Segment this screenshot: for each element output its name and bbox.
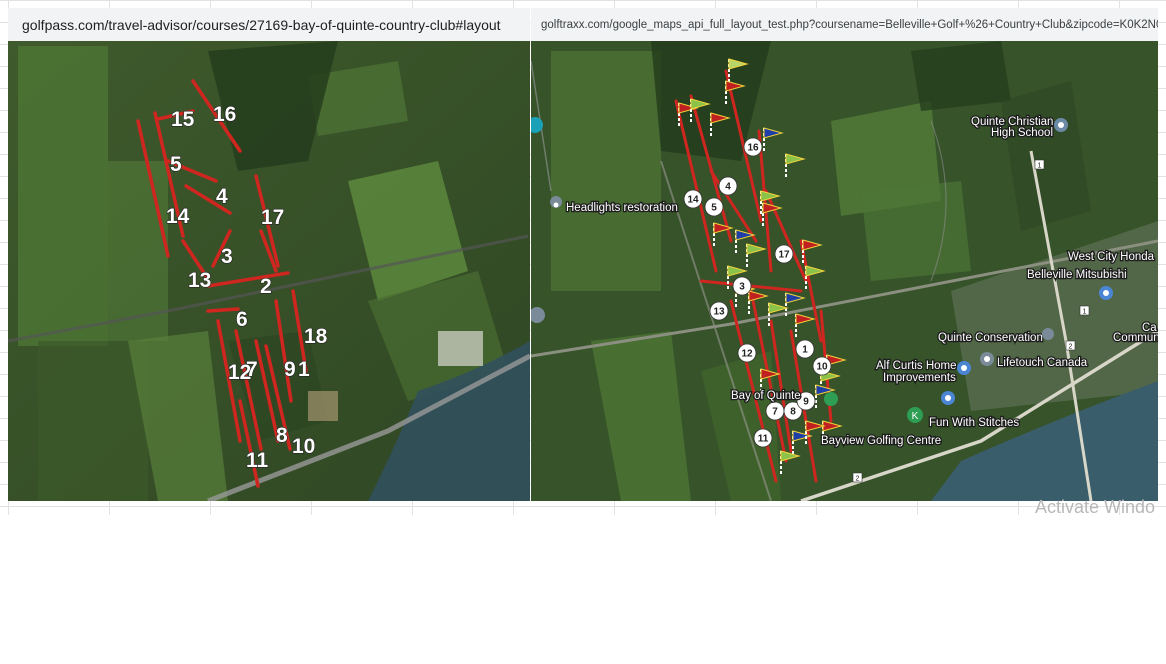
left-url-text: golfpass.com/travel-advisor/courses/2716… (22, 16, 501, 33)
hole-label: 3 (221, 245, 233, 268)
hole-label: 4 (216, 185, 228, 208)
left-address-bar[interactable]: golfpass.com/travel-advisor/courses/2716… (8, 8, 530, 41)
svg-text:1: 1 (1083, 309, 1087, 316)
hole-label: 9 (284, 358, 296, 381)
svg-text:9: 9 (803, 397, 809, 408)
hole-label: 7 (246, 358, 258, 381)
windows-activation-watermark: Activate Windo (1035, 497, 1156, 517)
hole-label: 2 (260, 275, 272, 298)
hole-label: 10 (292, 435, 315, 458)
hole-label: 18 (304, 325, 328, 348)
right-course-map[interactable]: 1 2 1 2 164145171312 17 8911103 Headligh… (531, 41, 1158, 501)
hole-marker-4[interactable]: 4 (718, 176, 738, 196)
hole-label: 16 (213, 103, 236, 126)
svg-text:12: 12 (741, 349, 753, 360)
svg-text:13: 13 (713, 307, 725, 318)
svg-text:7: 7 (772, 407, 778, 418)
lifetouch-pin-icon[interactable] (980, 352, 994, 366)
school-pin-icon[interactable] (1054, 118, 1068, 132)
hole-label: 5 (170, 153, 182, 176)
bayview-label[interactable]: Bayview Golfing Centre (820, 434, 943, 449)
svg-text:5: 5 (711, 203, 717, 214)
right-url-text: golftraxx.com/google_maps_api_full_layou… (541, 18, 1158, 31)
stitches-pin-icon[interactable]: K (907, 407, 923, 423)
svg-text:14: 14 (687, 195, 699, 206)
hole-marker-5[interactable]: 5 (704, 197, 724, 217)
hole-marker-11[interactable]: 11 (753, 428, 773, 448)
svg-text:11: 11 (758, 434, 769, 445)
community-label[interactable]: Community Ch (1112, 331, 1158, 346)
alf-label-line1[interactable]: Alf Curtis Home (875, 359, 958, 374)
alf-pin-icon[interactable] (957, 361, 971, 375)
svg-text:10: 10 (816, 362, 828, 373)
svg-text:16: 16 (747, 143, 759, 154)
conservation-label[interactable]: Quinte Conservation (937, 331, 1044, 346)
bayview-pin-icon[interactable] (824, 392, 838, 406)
mitsubishi-pin-icon[interactable] (1099, 286, 1113, 300)
svg-text:1: 1 (802, 345, 808, 356)
hole-marker-13[interactable]: 13 (709, 301, 729, 321)
blank-area (0, 515, 1166, 664)
hole-marker-1[interactable]: 1 (795, 339, 815, 359)
school-label-line2[interactable]: High School (990, 126, 1055, 141)
hole-marker-17[interactable]: 17 (774, 244, 794, 264)
hole-label: 15 (171, 108, 195, 131)
mitsubishi-label[interactable]: Belleville Mitsubishi (1026, 268, 1128, 283)
hole-label: 1 (298, 358, 310, 381)
svg-text:3: 3 (739, 282, 745, 293)
hole-label: 13 (188, 269, 211, 292)
svg-text:K: K (912, 411, 919, 422)
left-course-map: 15 165414 17313 2618127 9 18 1011 (8, 41, 530, 501)
hole-marker-12[interactable]: 12 (737, 343, 757, 363)
hole-label: 8 (276, 424, 288, 447)
svg-text:4: 4 (725, 182, 731, 193)
hole-marker-7[interactable]: 7 (765, 401, 785, 421)
lifetouch-label[interactable]: Lifetouch Canada (996, 356, 1089, 371)
honda-label[interactable]: West City Honda (1067, 250, 1156, 265)
left-satellite-layout: 15 16 5 4 14 17 3 13 2 6 18 12 7 9 1 8 10 11 (8, 41, 530, 501)
svg-text:2: 2 (1069, 344, 1073, 351)
bag-pin-icon[interactable] (941, 391, 955, 405)
svg-text:1: 1 (1038, 163, 1042, 170)
svg-text:17: 17 (778, 250, 790, 261)
right-google-map[interactable]: 1 2 1 2 16 4 14 5 17 13 12 1 7 8 9 11 10 3 (531, 41, 1158, 501)
hole-marker-3[interactable]: 3 (732, 276, 752, 296)
alf-label-line2[interactable]: Improvements (882, 371, 958, 386)
hole-label: 11 (246, 449, 269, 472)
hole-label: 6 (236, 308, 248, 331)
svg-text:8: 8 (790, 407, 796, 418)
hole-label: 17 (261, 206, 284, 229)
conservation-pin-icon[interactable] (1042, 328, 1054, 340)
svg-text:2: 2 (856, 476, 860, 483)
hole-marker-10[interactable]: 10 (812, 356, 832, 376)
hole-label: 14 (166, 205, 190, 228)
hole-marker-14[interactable]: 14 (683, 189, 703, 209)
headlights-label[interactable]: Headlights restoration (565, 201, 679, 216)
right-address-bar[interactable]: golftraxx.com/google_maps_api_full_layou… (531, 8, 1158, 41)
hole-marker-16[interactable]: 16 (743, 137, 763, 157)
stitches-label[interactable]: Fun With Stitches (928, 416, 1021, 431)
bay-of-quinte-label[interactable]: Bay of Quinte (730, 389, 802, 404)
